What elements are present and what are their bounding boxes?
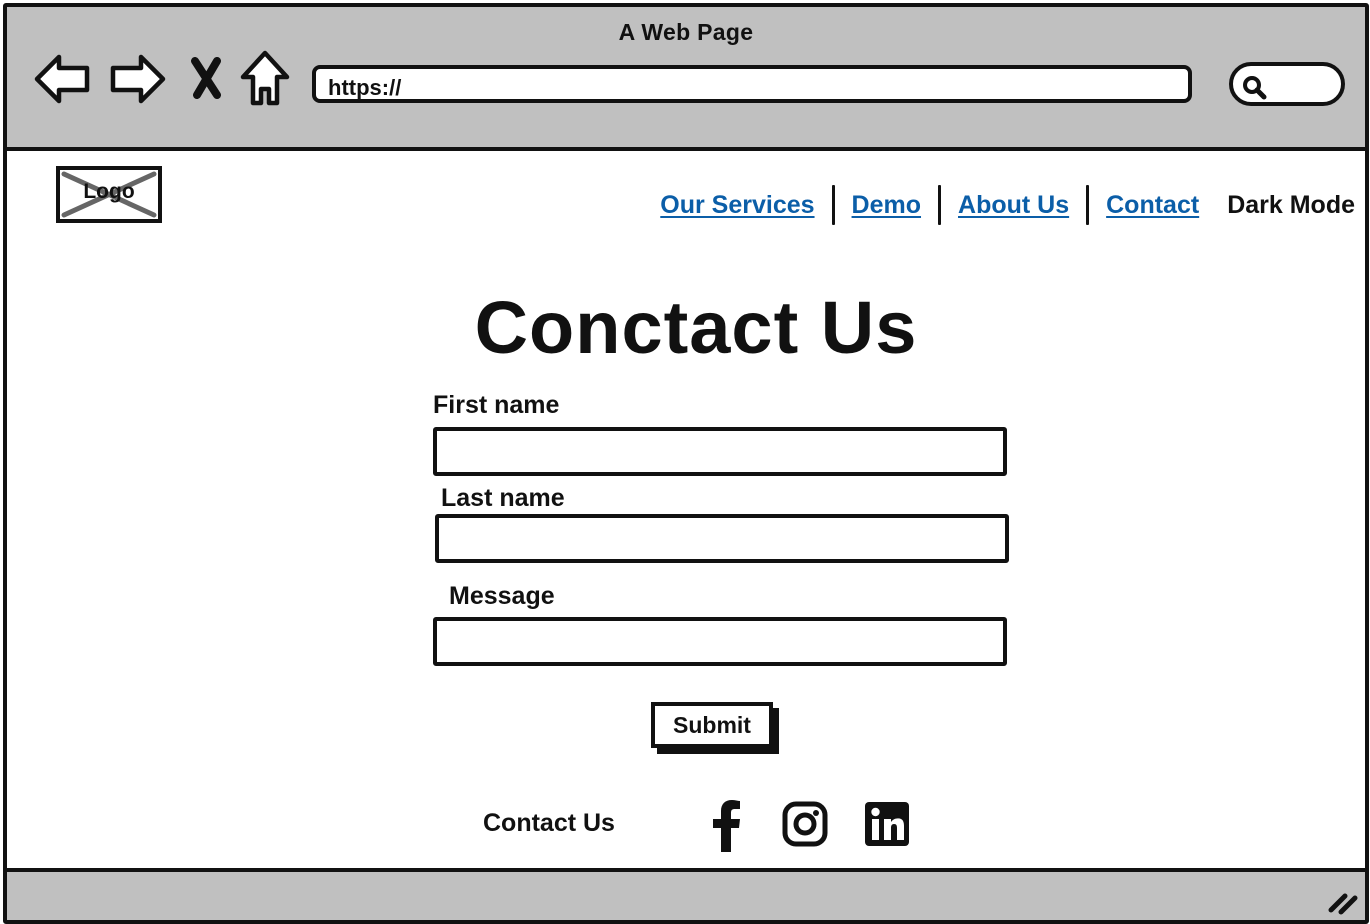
first-name-label: First name: [433, 391, 560, 419]
nav-divider: [831, 185, 835, 225]
facebook-icon[interactable]: [707, 800, 747, 852]
back-arrow-icon[interactable]: [33, 51, 93, 107]
close-x-icon[interactable]: [187, 57, 227, 99]
nav-divider: [938, 185, 942, 225]
message-label: Message: [449, 582, 555, 610]
page-title: Conctact Us: [474, 286, 918, 369]
submit-button[interactable]: Submit: [651, 702, 773, 748]
resize-grip-icon[interactable]: [1325, 886, 1361, 916]
browser-window: A Web Page https:// Logo Our Services De…: [3, 3, 1369, 924]
window-title: A Web Page: [618, 19, 754, 45]
last-name-field[interactable]: [435, 514, 1009, 563]
nav-link-our-services[interactable]: Our Services: [660, 191, 814, 220]
logo-placeholder[interactable]: Logo: [56, 166, 162, 223]
forward-arrow-icon[interactable]: [107, 51, 167, 107]
nav-divider: [1086, 185, 1090, 225]
dark-mode-toggle[interactable]: Dark Mode: [1227, 191, 1355, 220]
url-text: https://: [328, 75, 402, 100]
instagram-icon[interactable]: [782, 801, 828, 847]
url-bar[interactable]: https://: [312, 65, 1192, 103]
first-name-field[interactable]: [433, 427, 1007, 476]
home-icon[interactable]: [237, 49, 293, 107]
linkedin-icon[interactable]: [864, 801, 910, 847]
nav-link-contact[interactable]: Contact: [1106, 191, 1199, 220]
search-icon: [1243, 76, 1267, 100]
message-field[interactable]: [433, 617, 1007, 666]
top-navigation: Our Services Demo About Us Contact Dark …: [660, 185, 1355, 225]
nav-link-about-us[interactable]: About Us: [958, 191, 1069, 220]
footer-contact-text: Contact Us: [483, 809, 615, 837]
nav-link-demo[interactable]: Demo: [852, 191, 921, 220]
browser-search-field[interactable]: [1229, 62, 1345, 106]
status-bar: [7, 868, 1365, 920]
logo-text: Logo: [83, 180, 135, 203]
last-name-label: Last name: [441, 484, 565, 512]
browser-toolbar: A Web Page https://: [7, 7, 1365, 151]
